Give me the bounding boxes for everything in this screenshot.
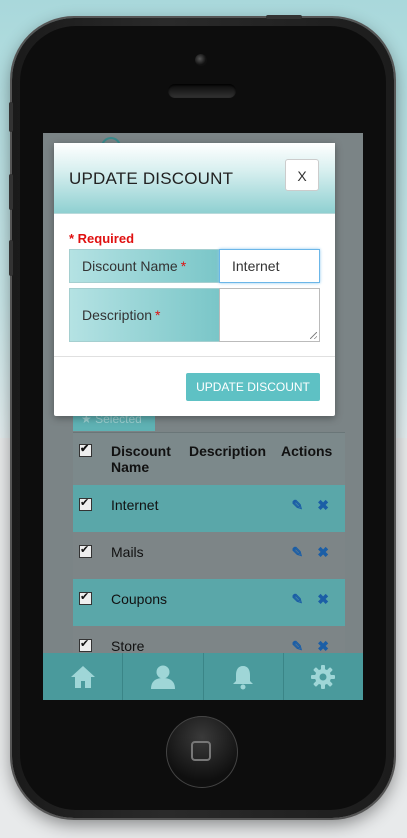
row-checkbox[interactable] — [79, 496, 92, 511]
header-actions: Actions — [275, 432, 345, 485]
description-textarea[interactable] — [219, 288, 320, 342]
discount-name-row: Discount Name * Internet — [69, 249, 320, 283]
required-note: * Required — [69, 231, 135, 246]
home-button[interactable] — [166, 716, 238, 788]
required-star: * — [155, 307, 161, 323]
discount-table: Discount Name Description Actions Intern… — [73, 432, 345, 673]
bottom-nav-bar — [43, 653, 363, 700]
header-select-all[interactable] — [73, 432, 105, 485]
nav-profile[interactable] — [123, 653, 204, 700]
mute-switch — [9, 102, 13, 132]
edit-pencil-icon[interactable]: ✎ — [292, 591, 304, 607]
nav-notifications[interactable] — [204, 653, 284, 700]
discount-name-label: Discount Name * — [69, 249, 219, 283]
edit-pencil-icon[interactable]: ✎ — [292, 638, 304, 654]
nav-settings[interactable] — [284, 653, 363, 700]
modal-footer-divider — [54, 356, 335, 357]
row-checkbox[interactable] — [79, 590, 92, 605]
update-discount-button[interactable]: UPDATE DISCOUNT — [186, 373, 320, 401]
modal-header: UPDATE DISCOUNT X — [54, 143, 335, 214]
row-description — [183, 579, 275, 626]
table-row[interactable]: Internet ✎ ✖ — [73, 485, 345, 532]
required-star: * — [180, 258, 187, 274]
bell-icon — [233, 665, 254, 689]
table-row[interactable]: Coupons ✎ ✖ — [73, 579, 345, 626]
row-name: Internet — [105, 485, 183, 532]
description-row: Description * — [69, 288, 320, 342]
header-discount-name: Discount Name — [105, 432, 183, 485]
gear-icon — [311, 664, 336, 689]
volume-up-button — [9, 174, 13, 210]
description-label: Description * — [69, 288, 219, 342]
row-checkbox[interactable] — [79, 543, 92, 558]
resize-grip-icon[interactable] — [310, 332, 317, 339]
row-description — [183, 485, 275, 532]
earpiece-speaker — [168, 84, 236, 98]
front-camera — [195, 54, 207, 66]
user-icon — [150, 665, 175, 689]
update-discount-modal: UPDATE DISCOUNT X * Required Discount Na… — [54, 143, 335, 416]
row-name: Coupons — [105, 579, 183, 626]
edit-pencil-icon[interactable]: ✎ — [292, 497, 304, 513]
delete-x-icon[interactable]: ✖ — [317, 544, 329, 560]
volume-down-button — [9, 240, 13, 276]
delete-x-icon[interactable]: ✖ — [317, 591, 329, 607]
discount-name-input[interactable]: Internet — [219, 249, 320, 283]
discount-name-label-text: Discount Name — [82, 258, 178, 274]
power-button — [266, 15, 302, 19]
nav-home[interactable] — [43, 653, 124, 700]
row-name: Mails — [105, 532, 183, 579]
table-row[interactable]: Mails ✎ ✖ — [73, 532, 345, 579]
edit-pencil-icon[interactable]: ✎ — [292, 544, 304, 560]
row-description — [183, 532, 275, 579]
home-button-square-icon — [191, 741, 211, 761]
delete-x-icon[interactable]: ✖ — [317, 638, 329, 654]
description-label-text: Description — [82, 307, 153, 323]
checkbox[interactable] — [79, 442, 92, 457]
home-icon — [70, 665, 95, 688]
close-button[interactable]: X — [285, 159, 319, 191]
table-header-row: Discount Name Description Actions — [73, 432, 345, 485]
modal-title: UPDATE DISCOUNT — [69, 169, 234, 188]
row-checkbox[interactable] — [79, 637, 92, 652]
header-description: Description — [183, 432, 275, 485]
delete-x-icon[interactable]: ✖ — [317, 497, 329, 513]
